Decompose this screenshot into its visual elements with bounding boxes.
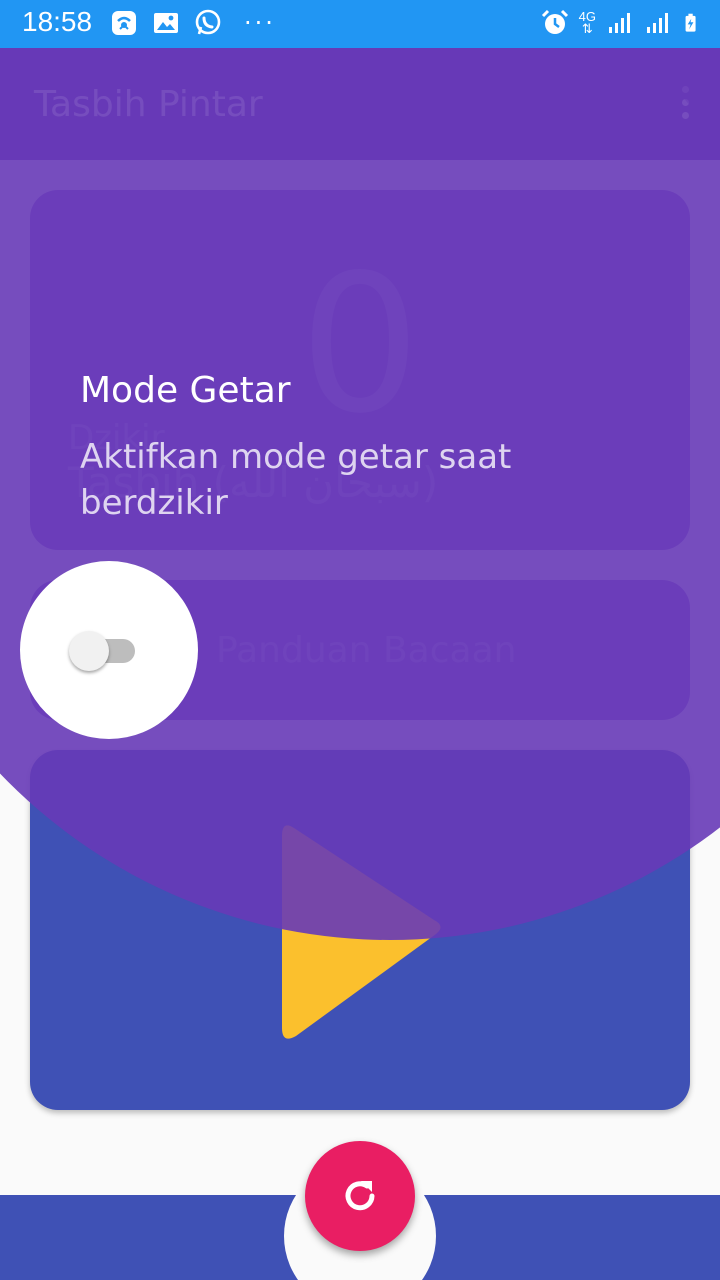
- status-bar: 18:58 ··· 4G ⇅: [0, 0, 720, 48]
- guide-label: Panduan Bacaan: [216, 630, 517, 671]
- app-screen: 18:58 ··· 4G ⇅ Tasbih Pintar 0 Dzikir Ta…: [0, 0, 720, 1280]
- whatsapp-icon: [195, 9, 221, 35]
- alarm-icon: [541, 9, 568, 34]
- tutorial-title: Mode Getar: [80, 370, 291, 411]
- notification-icons: ···: [110, 9, 276, 37]
- status-time: 18:58: [22, 6, 93, 37]
- system-icons: 4G ⇅: [541, 9, 702, 37]
- signal-icon: [647, 13, 668, 33]
- vibration-mode-toggle[interactable]: [67, 630, 155, 671]
- app-title: Tasbih Pintar: [34, 84, 263, 125]
- play-card[interactable]: [30, 750, 690, 1110]
- battery-charging-icon: [685, 13, 696, 32]
- tutorial-description: Aktifkan mode getar saat berdzikir: [80, 437, 512, 523]
- wifi-hotspot-icon: [112, 11, 136, 35]
- refresh-icon: [345, 1181, 375, 1211]
- data-arrows-icon: ⇅: [581, 21, 593, 36]
- counter-value: 0: [299, 234, 421, 455]
- signal-icon: [609, 13, 630, 33]
- network-type: 4G ⇅: [579, 10, 596, 36]
- tutorial-spotlight: [20, 561, 198, 739]
- play-icon[interactable]: [280, 814, 450, 1050]
- more-notifications-icon: ···: [244, 9, 276, 37]
- overflow-menu-icon[interactable]: [680, 86, 690, 126]
- reset-counter-button[interactable]: [305, 1141, 415, 1251]
- image-icon: [154, 13, 178, 33]
- app-bar: Tasbih Pintar: [0, 48, 720, 160]
- toggle-thumb: [69, 631, 109, 671]
